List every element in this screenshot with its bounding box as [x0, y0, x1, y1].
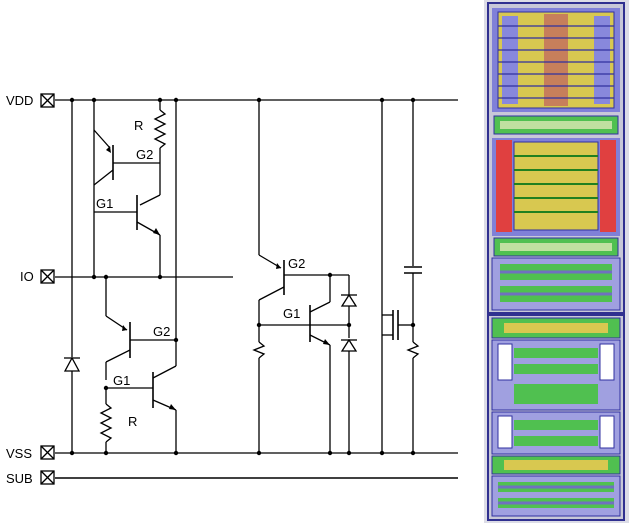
- vss-label: VSS: [6, 446, 32, 461]
- esd-schematic: VDD IO VSS SUB R G2 G1 G2 G1 R G2 G1: [6, 93, 458, 486]
- vss-pin: [40, 445, 55, 460]
- vdd-label: VDD: [6, 93, 33, 108]
- r-bot-label: R: [128, 414, 137, 429]
- sub-label: SUB: [6, 471, 33, 486]
- chip-layout: [484, 0, 629, 523]
- g2-bot-label: G2: [153, 324, 170, 339]
- r-top-label: R: [134, 118, 143, 133]
- g1-bot-label: G1: [113, 373, 130, 388]
- sub-pin: [40, 470, 55, 485]
- g1-mid-label: G1: [283, 306, 300, 321]
- vdd-pin: [40, 93, 55, 108]
- g2-mid-label: G2: [288, 256, 305, 271]
- clamp-circuit: [252, 97, 358, 456]
- g1-top-label: G1: [96, 196, 113, 211]
- io-label: IO: [20, 269, 34, 284]
- lower-scr: [99, 274, 179, 456]
- g2-top-label: G2: [136, 147, 153, 162]
- io-pin: [40, 269, 55, 284]
- mos-clamp: [379, 97, 422, 456]
